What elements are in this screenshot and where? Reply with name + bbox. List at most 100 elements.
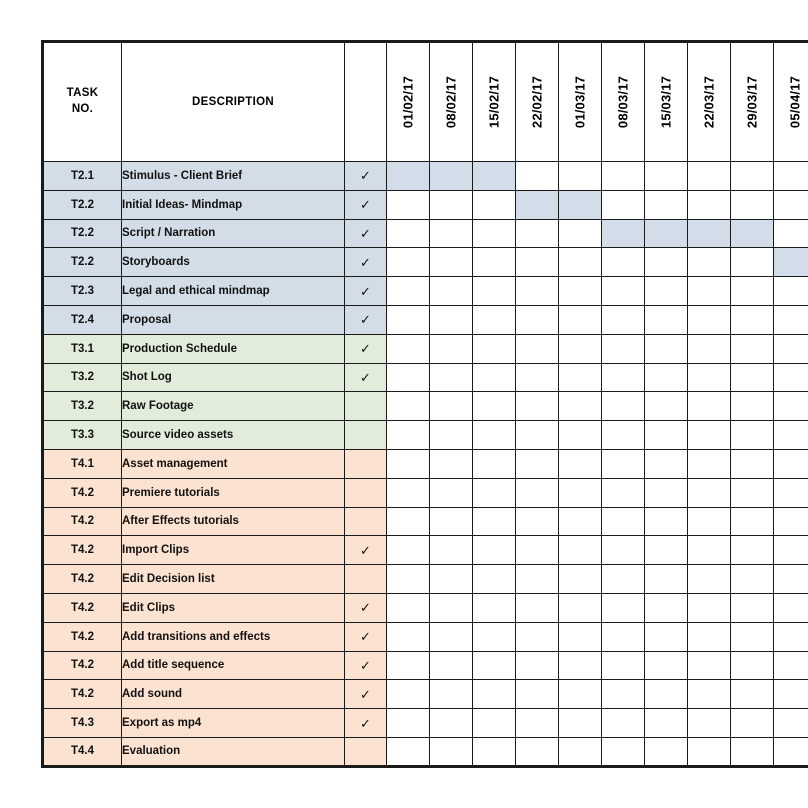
task-no-cell: T4.3 [42,708,122,738]
timeline-cell [601,621,645,652]
timeline-cell [644,276,688,306]
timeline-cell [558,420,602,450]
task-complete-empty[interactable] [344,391,387,422]
task-complete-checkmark[interactable]: ✓ [344,276,387,306]
task-no-cell: T4.2 [42,679,122,710]
task-complete-empty[interactable] [344,448,387,479]
timeline-cell [644,535,688,566]
timeline-cell [644,736,688,767]
timeline-cell [601,276,645,306]
table-row[interactable]: T4.2 Import Clips ✓ [42,535,808,566]
table-row[interactable]: T2.4 Proposal ✓ [42,304,808,335]
timeline-cell [472,736,516,767]
table-row[interactable]: T4.2 Edit Clips ✓ [42,592,808,623]
timeline-cell [644,448,688,479]
task-complete-checkmark[interactable]: ✓ [344,304,387,335]
task-description-cell: Script / Narration [121,218,345,249]
table-row[interactable]: T4.2 Add title sequence ✓ [42,650,808,681]
date-label: 15/03/17 [658,75,674,129]
task-complete-checkmark[interactable]: ✓ [344,362,387,393]
task-complete-checkmark[interactable]: ✓ [344,161,387,191]
task-no-cell: T4.2 [42,535,122,566]
table-row[interactable]: T2.3 Legal and ethical mindmap ✓ [42,276,808,306]
task-complete-checkmark[interactable]: ✓ [344,189,387,220]
timeline-cell [773,420,808,450]
task-complete-checkmark[interactable]: ✓ [344,650,387,681]
task-complete-empty[interactable] [344,506,387,537]
task-complete-empty[interactable] [344,477,387,508]
table-row[interactable]: T3.3 Source video assets [42,420,808,450]
task-no-cell: T4.2 [42,506,122,537]
timeline-cell [515,247,559,278]
timeline-cell [644,708,688,738]
table-row[interactable]: T4.3 Export as mp4 ✓ [42,708,808,738]
timeline-cell [472,304,516,335]
timeline-cell [601,189,645,220]
timeline-cell [773,276,808,306]
timeline-cell [644,333,688,364]
table-row[interactable]: T4.1 Asset management [42,448,808,479]
task-complete-empty[interactable] [344,420,387,450]
timeline-cell [773,708,808,738]
table-row[interactable]: T3.2 Shot Log ✓ [42,362,808,393]
timeline-cell [386,247,430,278]
timeline-cell [515,736,559,767]
table-row[interactable]: T4.2 After Effects tutorials [42,506,808,537]
table-row[interactable]: T3.2 Raw Footage [42,391,808,422]
table-row[interactable]: T4.2 Add transitions and effects ✓ [42,621,808,652]
task-no-cell: T2.1 [42,161,122,191]
table-row[interactable]: T4.2 Edit Decision list [42,564,808,594]
timeline-cell [515,650,559,681]
date-label: 01/03/17 [572,75,588,129]
task-complete-empty[interactable] [344,736,387,767]
timeline-cell [472,218,516,249]
table-row[interactable]: T3.1 Production Schedule ✓ [42,333,808,364]
timeline-cell [429,304,473,335]
table-row[interactable]: T2.2 Initial Ideas- Mindmap ✓ [42,189,808,220]
timeline-cell [515,564,559,594]
timeline-cell [429,564,473,594]
table-row[interactable]: T2.1 Stimulus - Client Brief ✓ [42,161,808,191]
date-label: 08/03/17 [615,75,631,129]
gantt-bar-segment [429,161,473,191]
column-header-date-7: 15/03/17 [644,41,688,162]
task-complete-checkmark[interactable]: ✓ [344,621,387,652]
table-row[interactable]: T4.4 Evaluation [42,736,808,767]
timeline-cell [558,736,602,767]
timeline-cell [687,535,731,566]
task-complete-checkmark[interactable]: ✓ [344,592,387,623]
task-no-cell: T4.2 [42,621,122,652]
task-complete-checkmark[interactable]: ✓ [344,679,387,710]
timeline-cell [429,650,473,681]
timeline-cell [687,448,731,479]
timeline-cell [386,391,430,422]
task-complete-checkmark[interactable]: ✓ [344,535,387,566]
timeline-cell [515,535,559,566]
timeline-cell [687,592,731,623]
table-row[interactable]: T4.2 Premiere tutorials [42,477,808,508]
task-complete-checkmark[interactable]: ✓ [344,247,387,278]
task-complete-checkmark[interactable]: ✓ [344,708,387,738]
task-complete-checkmark[interactable]: ✓ [344,333,387,364]
task-complete-empty[interactable] [344,564,387,594]
timeline-cell [558,621,602,652]
date-label: 22/02/17 [529,75,545,129]
timeline-cell [558,304,602,335]
timeline-cell [429,391,473,422]
table-row[interactable]: T2.2 Script / Narration ✓ [42,218,808,249]
gantt-bar-segment [386,161,430,191]
table-row[interactable]: T4.2 Add sound ✓ [42,679,808,710]
timeline-cell [429,621,473,652]
gantt-table: TASK NO. DESCRIPTION 01/02/17 08/02/17 15/… [41,40,808,768]
task-complete-checkmark[interactable]: ✓ [344,218,387,249]
timeline-cell [472,362,516,393]
gantt-bar-segment [773,247,808,278]
task-description-cell: Shot Log [121,362,345,393]
task-description-cell: Add sound [121,679,345,710]
task-no-cell: T2.4 [42,304,122,335]
timeline-cell [472,448,516,479]
gantt-chart: TASK NO. DESCRIPTION 01/02/17 08/02/17 15/… [41,40,808,768]
gantt-bar-segment [687,218,731,249]
timeline-cell [386,708,430,738]
table-row[interactable]: T2.2 Storyboards ✓ [42,247,808,278]
